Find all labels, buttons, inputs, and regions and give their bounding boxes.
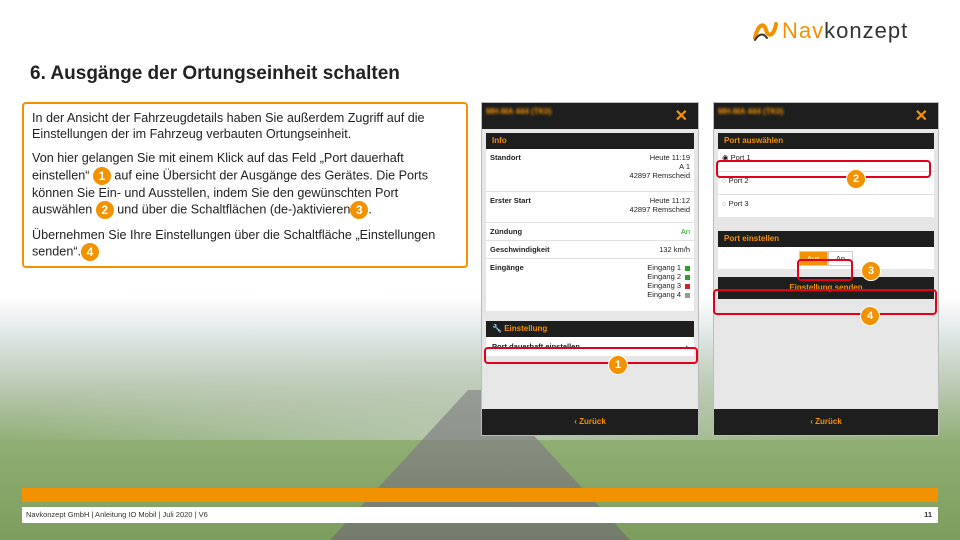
input-item: Eingang 3: [647, 281, 690, 290]
highlight-port-link: [484, 347, 698, 364]
radio-icon: ◌: [722, 199, 727, 208]
step-badge-3-marker: 3: [861, 261, 881, 281]
paragraph-3: Übernehmen Sie Ihre Einstellungen über d…: [32, 227, 436, 262]
status-square-icon: [685, 283, 690, 289]
page-title: 6. Ausgänge der Ortungseinheit schalten: [30, 63, 400, 84]
info-row: Geschwindigkeit 132 km/h: [486, 241, 694, 259]
paragraph-2: Von hier gelangen Sie mit einem Klick au…: [32, 151, 429, 219]
close-icon[interactable]: ✕: [915, 106, 928, 126]
step-badge-3: 3: [350, 200, 369, 219]
close-icon[interactable]: ✕: [675, 106, 688, 126]
step-badge-4: 4: [81, 243, 100, 262]
page-number: 11: [924, 510, 932, 519]
status-square-icon: [685, 292, 690, 298]
footer: Navkonzept GmbH | Anleitung IO Mobil | J…: [22, 507, 938, 523]
setting-section-title: 🔧 Einstellung: [486, 321, 694, 337]
inputs-row: Eingänge Eingang 1 Eingang 2 Eingang 3 E…: [486, 259, 694, 311]
footer-accent-bar: [22, 488, 938, 502]
step-badge-1-marker: 1: [608, 355, 628, 375]
port-set-title: Port einstellen: [718, 231, 934, 247]
highlight-port-1: [716, 160, 931, 178]
port-select-title: Port auswählen: [718, 133, 934, 149]
phone2-header: MH-MA 444 (TK0) ✕: [714, 103, 938, 129]
step-badge-4-marker: 4: [860, 306, 880, 326]
input-item: Eingang 1: [647, 263, 690, 272]
back-button[interactable]: ‹ Zurück: [714, 409, 938, 435]
port-option[interactable]: ◌ Port 3: [718, 195, 934, 217]
phone-screen-details: MH-MA 444 (TK0) ✕ Info Standort Heute 11…: [481, 102, 699, 436]
logo: Navkonzept: [752, 18, 908, 44]
step-badge-1: 1: [92, 166, 111, 185]
highlight-toggle: [797, 259, 853, 281]
vehicle-name: MH-MA 444 (TK0): [718, 107, 784, 116]
phone1-header: MH-MA 444 (TK0) ✕: [482, 103, 698, 129]
status-square-icon: [685, 265, 690, 271]
highlight-send: [713, 289, 937, 315]
vehicle-name: MH-MA 444 (TK0): [486, 107, 552, 116]
info-row: Standort Heute 11:19 A 1 42897 Remscheid: [486, 149, 694, 192]
step-badge-2: 2: [95, 200, 114, 219]
footer-text: Navkonzept GmbH | Anleitung IO Mobil | J…: [26, 510, 208, 519]
status-square-icon: [685, 274, 690, 280]
logo-icon: [752, 18, 778, 44]
input-item: Eingang 2: [647, 272, 690, 281]
logo-text-nav: Nav: [782, 18, 825, 43]
info-section-title: Info: [486, 133, 694, 149]
step-badge-2-marker: 2: [846, 169, 866, 189]
phone1-body: Info Standort Heute 11:19 A 1 42897 Remsch…: [482, 129, 698, 409]
logo-text-konzept: konzept: [824, 18, 909, 43]
info-row: Zündung An: [486, 223, 694, 241]
info-card: Standort Heute 11:19 A 1 42897 Remscheid E…: [486, 149, 694, 311]
paragraph-1: In der Ansicht der Fahrzeugdetails haben…: [32, 111, 425, 142]
input-item: Eingang 4: [647, 290, 690, 299]
back-button[interactable]: ‹ Zurück: [482, 409, 698, 435]
radio-icon: ◌: [722, 176, 727, 185]
wrench-icon: 🔧: [492, 324, 502, 333]
instruction-box: In der Ansicht der Fahrzeugdetails haben…: [22, 102, 468, 268]
info-row: Erster Start Heute 11:12 42897 Remscheid: [486, 192, 694, 223]
